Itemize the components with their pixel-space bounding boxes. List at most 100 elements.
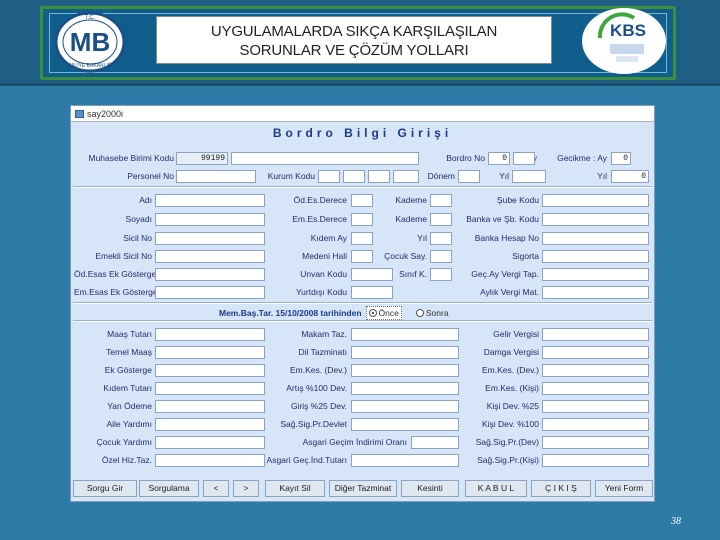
kademe1-field[interactable]: [430, 194, 452, 207]
muhasebe-field[interactable]: 99199: [176, 152, 228, 165]
divider: [73, 320, 652, 322]
kidem-ay-label: Kıdem Ay: [310, 233, 347, 243]
next-button[interactable]: >: [233, 480, 259, 497]
svg-text:MB: MB: [70, 27, 110, 57]
em-kes-dev-field[interactable]: [351, 364, 459, 377]
svg-text:T.C.: T.C.: [85, 15, 96, 21]
sube-kodu-label: Şube Kodu: [496, 195, 539, 205]
prev-button[interactable]: <: [203, 480, 229, 497]
cocuk-yardimi-label: Çocuk Yardımı: [96, 437, 152, 447]
soyadi-label: Soyadı: [125, 214, 152, 224]
muhasebe-label: Muhasebe Birimi Kodu: [88, 153, 174, 163]
kisi-dev-25-label: Kişi Dev. %25: [486, 401, 539, 411]
od-derece-field[interactable]: [351, 194, 373, 207]
sag-sig-dev2-label: Sağ.Sig.Pr.(Dev): [475, 437, 539, 447]
em-kes-dev2-field[interactable]: [542, 364, 649, 377]
donem-field[interactable]: [458, 170, 480, 183]
muhasebe-name-field[interactable]: [231, 152, 419, 165]
radio-once[interactable]: Önce: [365, 306, 402, 320]
divider: [73, 302, 652, 304]
medeni-hali-field[interactable]: [351, 250, 373, 263]
asgari-gecim-field[interactable]: [351, 454, 459, 467]
yil-field[interactable]: [512, 170, 546, 183]
em-ek-gost-field[interactable]: [155, 286, 265, 299]
sube-kodu-field[interactable]: [542, 194, 649, 207]
em-kes-kisi-field[interactable]: [542, 382, 649, 395]
od-ek-gost-field[interactable]: [155, 268, 265, 281]
sag-sig-kisi-field[interactable]: [542, 454, 649, 467]
damga-vergisi-field[interactable]: [542, 346, 649, 359]
application-icon: [75, 109, 84, 118]
kidem-ay-field[interactable]: [351, 232, 373, 245]
makam-taz-field[interactable]: [351, 328, 459, 341]
sicil-label: Sicil No: [123, 233, 152, 243]
em-kes-kisi-label: Em.Kes. (Kişi): [485, 383, 539, 393]
aile-yardimi-field[interactable]: [155, 418, 265, 431]
kurum-field-4[interactable]: [393, 170, 419, 183]
sigorta-field[interactable]: [542, 250, 649, 263]
dil-tazminati-field[interactable]: [351, 346, 459, 359]
kidem-tutari-field[interactable]: [155, 382, 265, 395]
kidem-yil-field[interactable]: [430, 232, 452, 245]
radio-sonra[interactable]: Sonra: [415, 307, 449, 319]
slide-page-number: 38: [671, 516, 681, 527]
sag-sig-kisi-label: Sağ.Sig.Pr.(Kişi): [477, 455, 539, 465]
sag-sig-dev-field[interactable]: [351, 418, 459, 431]
adi-field[interactable]: [155, 194, 265, 207]
sinif-k-field[interactable]: [430, 268, 452, 281]
maas-tutari-label: Maaş Tutarı: [107, 329, 152, 339]
kurum-field-1[interactable]: [318, 170, 340, 183]
kurum-field-3[interactable]: [368, 170, 390, 183]
aylik-vergi-field[interactable]: [542, 286, 649, 299]
banka-sb-field[interactable]: [542, 213, 649, 226]
em-derece-label: Em.Es.Derece: [292, 214, 347, 224]
sag-sig-dev2-field[interactable]: [542, 436, 649, 449]
yil2-field[interactable]: 0: [611, 170, 649, 183]
date-radio-row: Mem.Baş.Tar. 15/10/2008 tarihinden Önce …: [219, 306, 449, 320]
temel-maas-field[interactable]: [155, 346, 265, 359]
artis-100-label: Artış %100 Dev.: [286, 383, 347, 393]
giris-25-field[interactable]: [351, 400, 459, 413]
sorgu-gir-button[interactable]: Sorgu Gir: [73, 480, 137, 497]
kabul-button[interactable]: K A B U L: [465, 480, 527, 497]
kesinti-button[interactable]: Kesinti: [401, 480, 459, 497]
yil2-label: Yıl: [597, 171, 607, 181]
sorgula-button[interactable]: Sorgulama: [139, 480, 199, 497]
kisi-dev-100-field[interactable]: [542, 418, 649, 431]
kayit-sil-button[interactable]: Kayıt Sil: [265, 480, 325, 497]
cocuk-say-field[interactable]: [430, 250, 452, 263]
ek-gosterge-label: Ek Gösterge: [104, 365, 152, 375]
banka-hesap-field[interactable]: [542, 232, 649, 245]
yeni-form-button[interactable]: Yeni Form: [595, 480, 653, 497]
ay-field[interactable]: [513, 152, 535, 165]
asgari-gecim-orani-field[interactable]: [411, 436, 459, 449]
kademe2-label: Kademe: [395, 214, 427, 224]
radio-once-label: Önce: [378, 308, 399, 318]
yan-odeme-field[interactable]: [155, 400, 265, 413]
divider: [73, 186, 652, 188]
kisi-dev-25-field[interactable]: [542, 400, 649, 413]
diger-tazminat-button[interactable]: Diğer Tazminat: [329, 480, 397, 497]
kademe2-field[interactable]: [430, 213, 452, 226]
emekli-sicil-field[interactable]: [155, 250, 265, 263]
yurtdisi-field[interactable]: [351, 286, 393, 299]
artis-100-field[interactable]: [351, 382, 459, 395]
ek-gosterge-field[interactable]: [155, 364, 265, 377]
window-title: say2000i: [87, 108, 124, 119]
bordro-label: Bordro No: [446, 153, 485, 163]
em-derece-field[interactable]: [351, 213, 373, 226]
gec-ay-vergi-field[interactable]: [542, 268, 649, 281]
gelir-vergisi-field[interactable]: [542, 328, 649, 341]
yan-odeme-label: Yan Ödeme: [107, 401, 152, 411]
soyadi-field[interactable]: [155, 213, 265, 226]
cikis-button[interactable]: Ç I K I Ş: [531, 480, 591, 497]
sicil-field[interactable]: [155, 232, 265, 245]
maas-tutari-field[interactable]: [155, 328, 265, 341]
svg-text:MALİYE BAKANLIĞI: MALİYE BAKANLIĞI: [67, 62, 113, 69]
asgari-gecim-label: Asgari Geç.İnd.Tutarı: [266, 455, 347, 465]
kurum-field-2[interactable]: [343, 170, 365, 183]
sinif-k-label: Sınıf K.: [399, 269, 427, 279]
personel-field[interactable]: [176, 170, 256, 183]
title-line-1: UYGULAMALARDA SIKÇA KARŞILAŞILAN: [210, 23, 498, 40]
gecikme-field[interactable]: 0: [611, 152, 631, 165]
